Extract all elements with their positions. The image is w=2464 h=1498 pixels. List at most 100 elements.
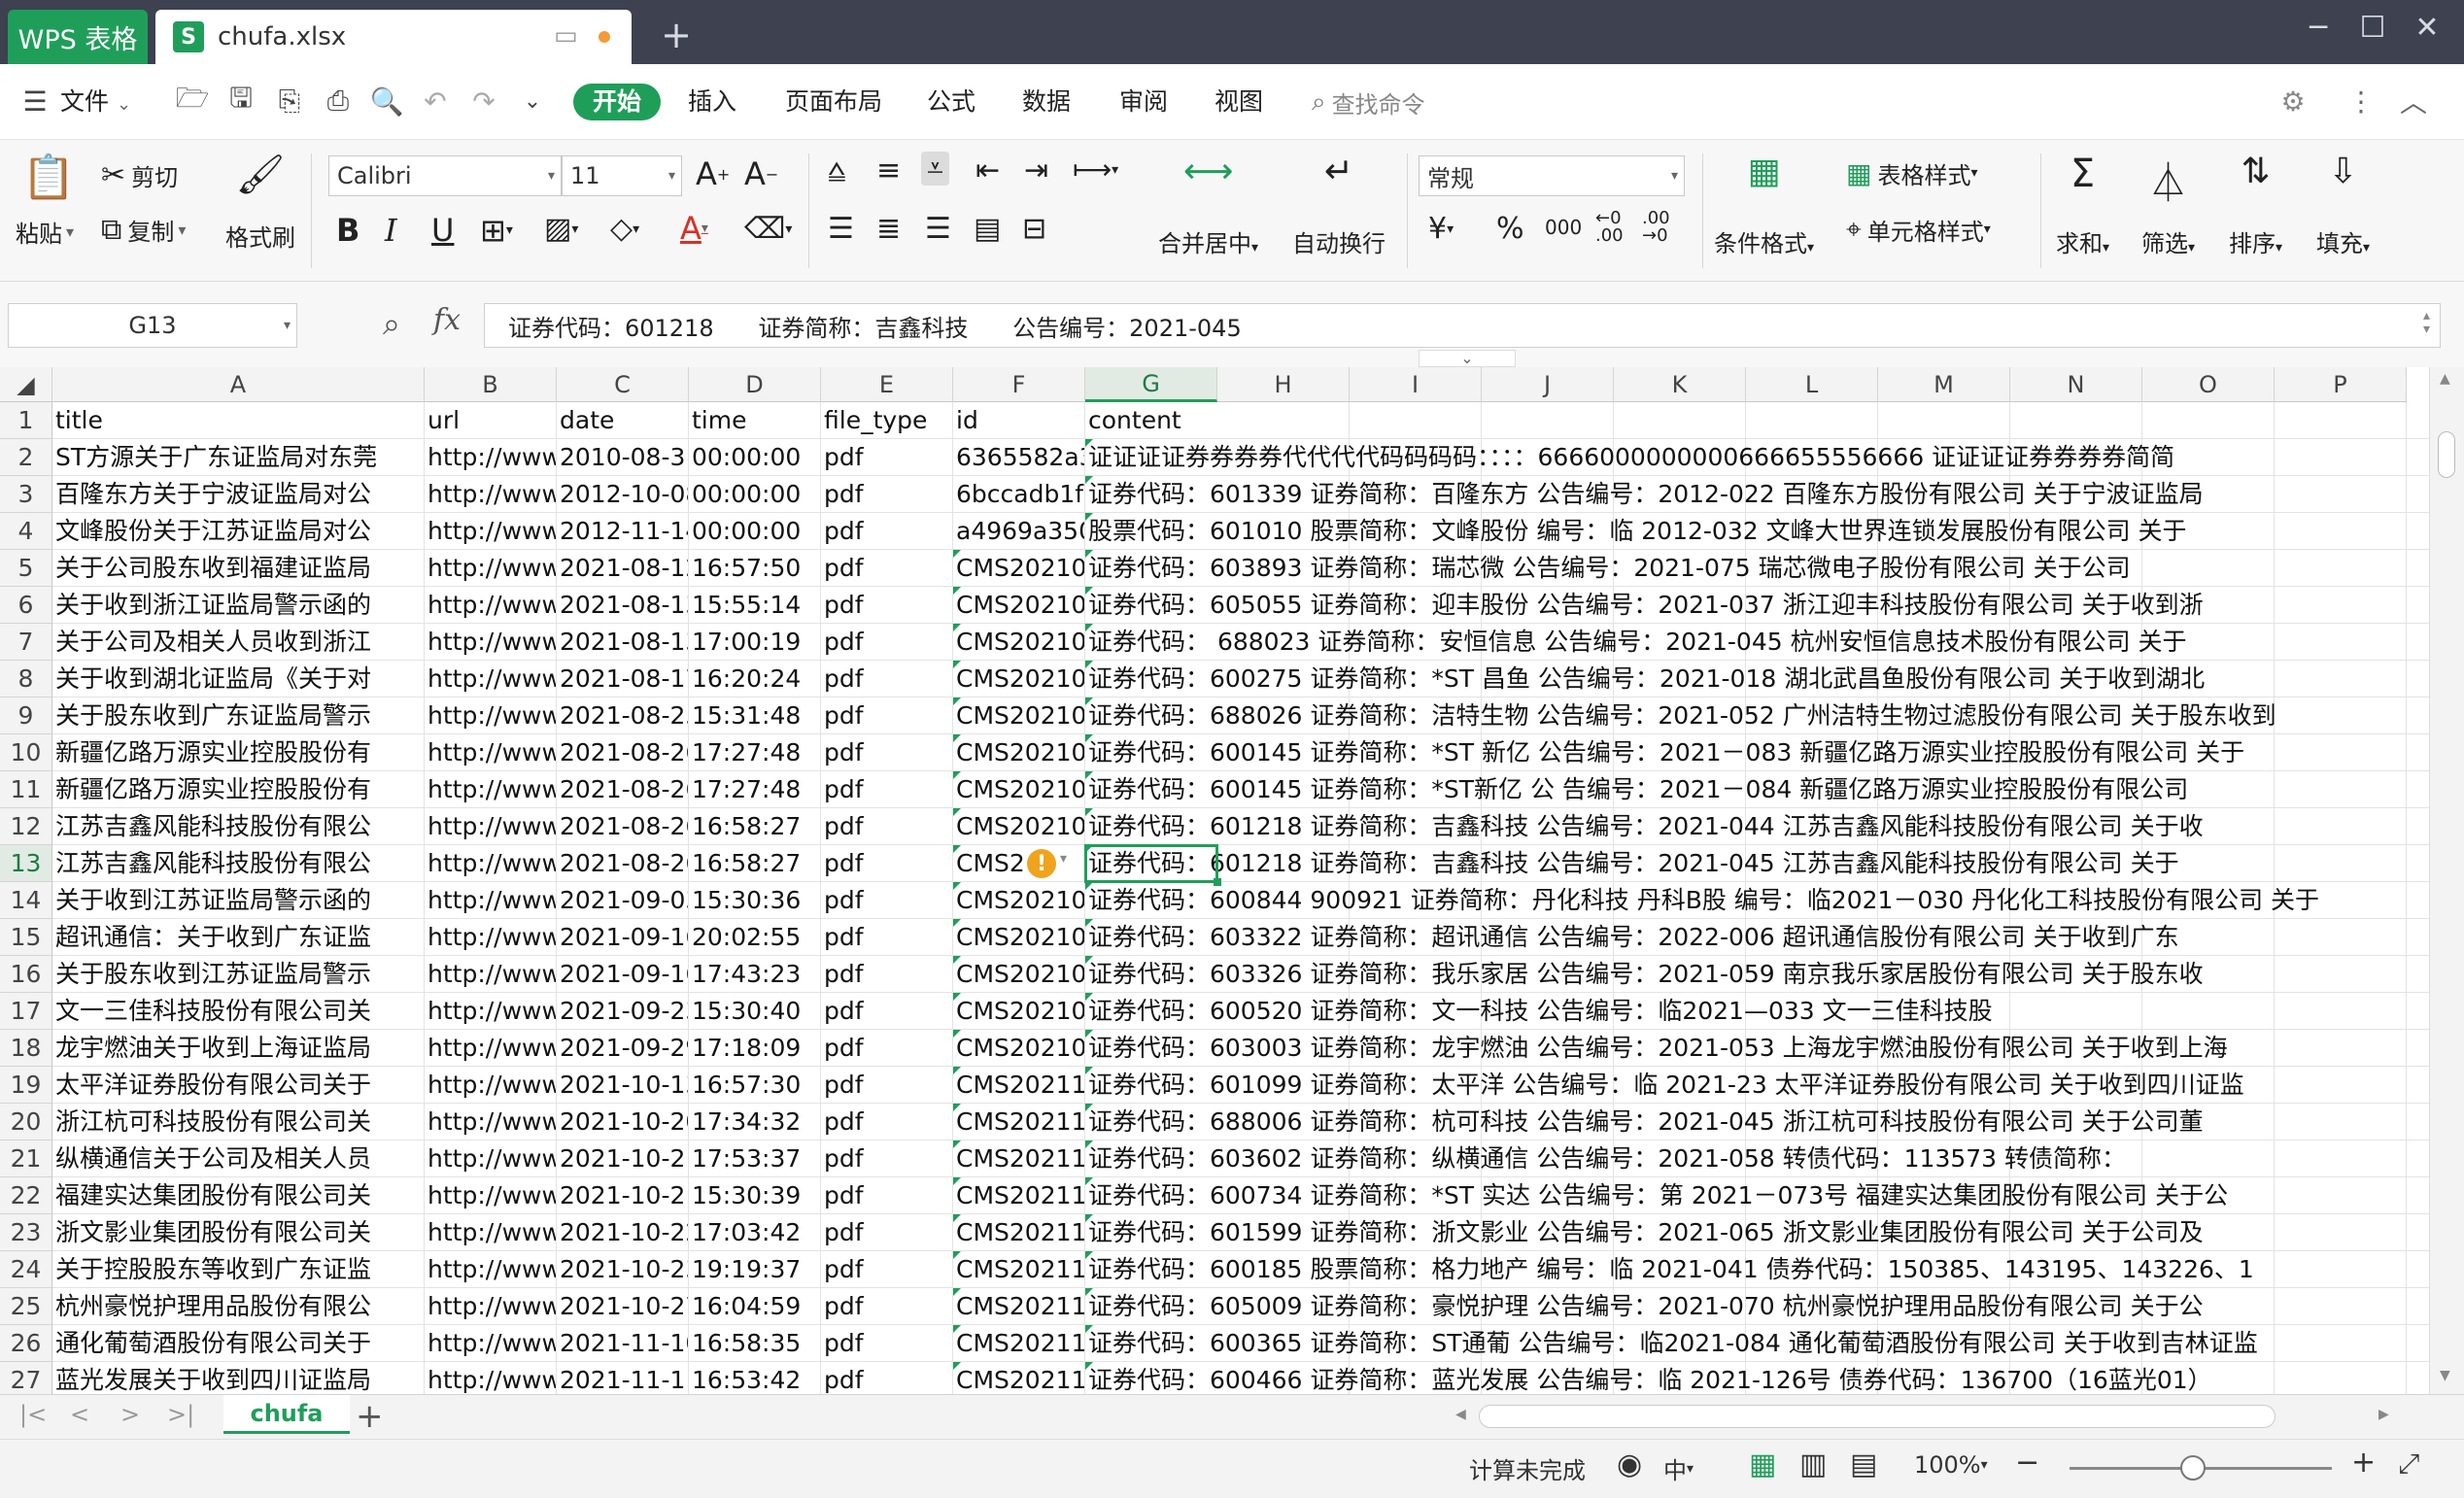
cell-id[interactable]: CMS202110	[953, 1067, 1085, 1104]
cell-id[interactable]: CMS202108	[953, 550, 1085, 587]
align-left-icon[interactable]: ☰	[828, 212, 854, 246]
cell-date[interactable]: 2021-09-16	[557, 919, 689, 956]
row-header[interactable]: 27	[0, 1362, 52, 1394]
cell-time[interactable]: 17:03:42	[689, 1214, 821, 1251]
cell-date[interactable]: 2021-11-11	[557, 1362, 689, 1394]
cell-content[interactable]: 证券代码：605009 证券简称：豪悦护理 公告编号：2021-070 杭州豪悦…	[1085, 1288, 2429, 1325]
row-header[interactable]: 4	[0, 513, 52, 550]
cell-date[interactable]: 2021-09-29	[557, 1030, 689, 1067]
cell-content[interactable]: 证券代码：603326 证券简称：我乐家居 公告编号：2021-059 南京我乐…	[1085, 956, 2429, 993]
cell-id[interactable]: CMS202109	[953, 1030, 1085, 1067]
cell-date[interactable]: 2021-09-23	[557, 993, 689, 1030]
cell-url[interactable]: http://www	[425, 1214, 557, 1251]
cell-url[interactable]: http://www	[425, 956, 557, 993]
paste-button[interactable]: 📋	[17, 152, 80, 202]
justify-icon[interactable]: ▤	[974, 212, 1001, 246]
row-header[interactable]: 6	[0, 587, 52, 624]
cell-id[interactable]: CMS202109	[953, 993, 1085, 1030]
cell-date[interactable]: 2021-09-03	[557, 882, 689, 919]
cell-file-type[interactable]: pdf	[821, 956, 953, 993]
expand-formula-icon[interactable]: ⌄	[1419, 350, 1516, 367]
name-box[interactable]: G13 ▾	[8, 303, 297, 348]
cell-url[interactable]: http://www	[425, 808, 557, 845]
align-center-icon[interactable]: ≣	[876, 212, 901, 246]
cell-fill-icon[interactable]: ▨ ▾	[544, 212, 578, 246]
bold-icon[interactable]: B	[336, 212, 359, 249]
open-folder-icon[interactable]: 🗁	[175, 82, 210, 119]
cell-file-type[interactable]: pdf	[821, 439, 953, 476]
borders-icon[interactable]: ⊞ ▾	[480, 212, 513, 249]
vertical-scrollbar[interactable]: ▲ ▼	[2429, 367, 2464, 1394]
filter-button[interactable]: ⏃ 筛选▾	[2141, 152, 2195, 258]
cell-date[interactable]: 2021-10-21	[557, 1141, 689, 1177]
cell-title[interactable]: title	[52, 402, 425, 439]
cell-date[interactable]: 2021-10-21	[557, 1177, 689, 1214]
cell-content[interactable]: 证券代码：600844 900921 证券简称：丹化科技 丹科B股 编号：临20…	[1085, 882, 2429, 919]
fullscreen-icon[interactable]: ⤢	[2398, 1447, 2419, 1481]
hscroll-right-icon[interactable]: ▶	[2378, 1407, 2389, 1422]
zoom-formula-icon[interactable]: ⌕	[383, 305, 400, 343]
increase-font-icon[interactable]: A +	[696, 155, 730, 192]
screen-icon[interactable]: ▭	[554, 21, 578, 51]
cell-date[interactable]: 2021-10-13	[557, 1067, 689, 1104]
cell-content[interactable]: 证券代码：688006 证券简称：杭可科技 公告编号：2021-045 浙江杭可…	[1085, 1104, 2429, 1141]
hscroll-left-icon[interactable]: ◀	[1455, 1407, 1466, 1422]
cell-style-button[interactable]: ⌖ 单元格样式 ▾	[1846, 210, 1991, 249]
cell-file-type[interactable]: pdf	[821, 1030, 953, 1067]
eye-protection-icon[interactable]: ◉	[1617, 1447, 1642, 1481]
save-icon[interactable]: 🖫	[223, 82, 258, 119]
cell-id[interactable]: CMS202108	[953, 698, 1085, 734]
cell-time[interactable]: 17:00:19	[689, 624, 821, 661]
font-size-select[interactable]: 11 ▾	[562, 155, 682, 196]
cell-content[interactable]: 证券代码：603893 证券简称：瑞芯微 公告编号：2021-075 瑞芯微电子…	[1085, 550, 2429, 587]
column-header-f[interactable]: F	[953, 367, 1085, 402]
cell-content[interactable]: 证券代码：600466 证券简称：蓝光发展 公告编号：临 2021-126号 债…	[1085, 1362, 2429, 1394]
file-tab[interactable]: S chufa.xlsx ▭	[155, 10, 632, 64]
row-header[interactable]: 8	[0, 661, 52, 698]
cell-title[interactable]: 太平洋证券股份有限公司关于	[52, 1067, 425, 1104]
cell-title[interactable]: 关于股东收到广东证监局警示	[52, 698, 425, 734]
cell-content[interactable]: 证券代码：600145 证券简称：*ST 新亿 公告编号：2021－083 新疆…	[1085, 734, 2429, 771]
row-header[interactable]: 1	[0, 402, 52, 439]
row-header[interactable]: 18	[0, 1030, 52, 1067]
cell-id[interactable]: 6bccadb1f2	[953, 476, 1085, 513]
decrease-decimal-icon[interactable]: .00 →0	[1642, 210, 1670, 245]
cell-content[interactable]: 证券代码： 688023 证券简称：安恒信息 公告编号：2021-045 杭州安…	[1085, 624, 2429, 661]
hamburger-menu-icon[interactable]: ☰	[17, 84, 52, 119]
prev-sheet-icon[interactable]: <	[70, 1401, 89, 1428]
cell-content[interactable]: 证券代码：688026 证券简称：洁特生物 公告编号：2021-052 广州洁特…	[1085, 698, 2429, 734]
cell-date[interactable]: 2021-09-16	[557, 956, 689, 993]
cell-time[interactable]: 17:34:32	[689, 1104, 821, 1141]
cell-title[interactable]: ST方源关于广东证监局对东莞	[52, 439, 425, 476]
cell-date[interactable]: date	[557, 402, 689, 439]
fill-button[interactable]: ⇩ 填充▾	[2316, 152, 2370, 258]
cell-time[interactable]: 16:04:59	[689, 1288, 821, 1325]
cell-time[interactable]: 19:19:37	[689, 1251, 821, 1288]
cell-date[interactable]: 2021-10-27	[557, 1288, 689, 1325]
cell-file-type[interactable]: pdf	[821, 1177, 953, 1214]
cell-content[interactable]: 证券代码：600275 证券简称：*ST 昌鱼 公告编号：2021-018 湖北…	[1085, 661, 2429, 698]
cut-button[interactable]: ✂ 剪切	[101, 155, 178, 194]
collapse-ribbon-icon[interactable]: ︿	[2396, 84, 2431, 119]
cell-url[interactable]: http://www	[425, 771, 557, 808]
cell-file-type[interactable]: pdf	[821, 476, 953, 513]
cell-title[interactable]: 杭州豪悦护理用品股份有限公	[52, 1288, 425, 1325]
row-header[interactable]: 3	[0, 476, 52, 513]
cell-id[interactable]: CMS202108	[953, 661, 1085, 698]
cell-time[interactable]: 17:18:09	[689, 1030, 821, 1067]
more-options-icon[interactable]: ⋮	[2344, 84, 2378, 119]
cell-title[interactable]: 纵横通信关于公司及相关人员	[52, 1141, 425, 1177]
cell-title[interactable]: 关于收到湖北证监局《关于对	[52, 661, 425, 698]
row-header[interactable]: 11	[0, 771, 52, 808]
cell-date[interactable]: 2021-08-13	[557, 624, 689, 661]
cell-time[interactable]: 16:58:27	[689, 845, 821, 882]
cell-file-type[interactable]: pdf	[821, 550, 953, 587]
cell-title[interactable]: 关于控股股东等收到广东证监	[52, 1251, 425, 1288]
align-right-icon[interactable]: ☰	[925, 212, 951, 246]
next-sheet-icon[interactable]: >	[120, 1401, 140, 1428]
cell-id[interactable]: CMS202110	[953, 1251, 1085, 1288]
chevron-down-icon[interactable]: ▾	[1060, 851, 1067, 867]
input-method[interactable]: 中 ▾	[1663, 1451, 1694, 1485]
page-break-view-icon[interactable]: ▥	[1799, 1447, 1827, 1481]
cell-content[interactable]: 股票代码：601010 股票简称：文峰股份 编号：临 2012-032 文峰大世…	[1085, 513, 2429, 550]
